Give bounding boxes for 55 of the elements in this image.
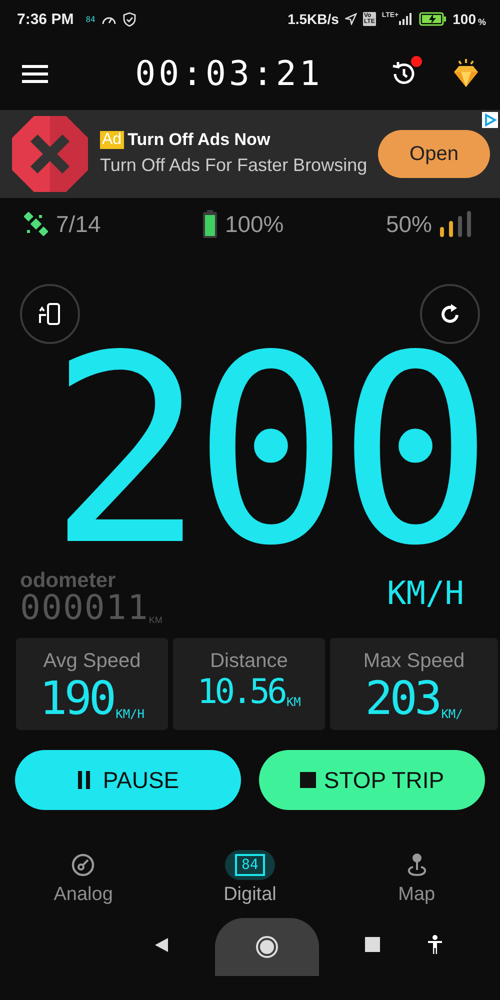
home-icon [255, 935, 279, 959]
accessibility-icon[interactable] [427, 935, 443, 955]
pause-icon [76, 771, 91, 789]
nav-tab[interactable]: Analog [3, 850, 164, 906]
speed-value: 200 [48, 348, 482, 556]
open-button[interactable]: Open [378, 130, 490, 178]
shield-icon [123, 12, 136, 26]
trip-timer: 00:03:21 [134, 54, 324, 94]
odometer-unit: KM [148, 615, 162, 625]
speed-unit: KM/H [386, 574, 464, 612]
battery-unit: % [478, 16, 486, 26]
stat-label: Avg Speed [43, 650, 141, 673]
location-arrow-icon [344, 13, 357, 25]
stat-value: 203 [365, 675, 440, 721]
battery-percent: 100% [224, 210, 284, 238]
stat-unit: KM/ [441, 707, 463, 721]
signal-percent: 50% [386, 210, 432, 238]
cell-signal-icon [398, 13, 413, 25]
back-icon[interactable] [153, 937, 169, 953]
menu-icon [22, 64, 48, 84]
home-button[interactable] [215, 918, 319, 976]
rotate-screen-button[interactable] [20, 284, 80, 344]
stop-icon [300, 772, 316, 788]
stat-unit: KM [286, 695, 301, 709]
ad-banner[interactable]: Ad Turn Off Ads Now Turn Off Ads For Faster Browsing Open [0, 110, 500, 198]
ad-choices-icon[interactable] [482, 112, 498, 128]
status-app-label: 84 [86, 14, 96, 24]
status-time: 7:36 PM [17, 10, 74, 28]
ad-description: Turn Off Ads For Faster Browsing [100, 154, 368, 178]
stat-label: Distance [210, 650, 288, 673]
stat-label: Max Speed [363, 650, 465, 673]
menu-button[interactable] [22, 64, 48, 84]
satellite-count: 7/14 [56, 210, 101, 238]
signal-bars-icon [440, 211, 472, 237]
recents-icon[interactable] [365, 937, 381, 953]
stop-x-icon [10, 114, 90, 194]
reset-button[interactable] [420, 284, 480, 344]
battery-charging-icon [418, 12, 447, 26]
satellite-icon [24, 212, 48, 236]
digital-display-icon: 84 [234, 854, 266, 876]
pause-button[interactable]: PAUSE [15, 750, 241, 810]
stat-value: 190 [40, 675, 114, 721]
stat-unit: KM/H [116, 707, 144, 721]
ad-label: Ad [100, 131, 124, 150]
battery-level: 100 [452, 11, 476, 27]
odometer-label: odometer [20, 570, 117, 591]
nav-tab[interactable]: 84 Digital [170, 850, 330, 906]
network-speed: 1.5KB/s [288, 11, 339, 27]
nav-tab[interactable]: Map [336, 850, 497, 906]
odometer-value: 000011 [20, 591, 149, 625]
stop-trip-button[interactable]: STOP TRIP [259, 750, 485, 810]
stat-value: 10.56 [197, 675, 284, 709]
ad-title: Turn Off Ads Now [128, 130, 270, 150]
battery-icon [202, 210, 217, 238]
gauge-icon [70, 852, 96, 878]
